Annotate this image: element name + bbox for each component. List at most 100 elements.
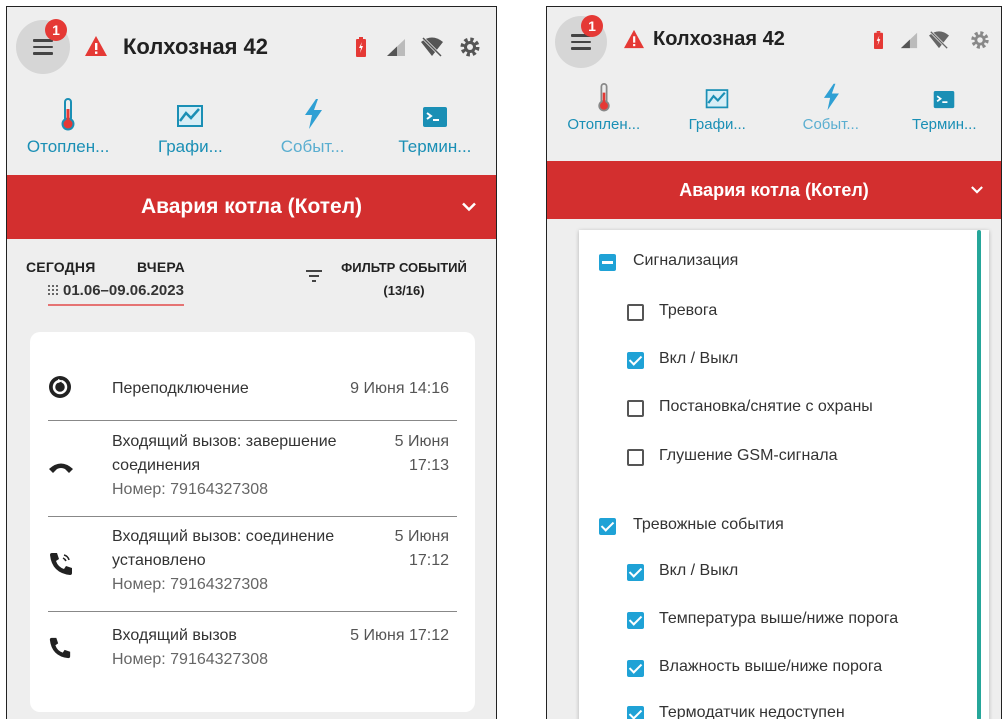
- checkbox[interactable]: [627, 304, 644, 321]
- event-text: Входящий вызов: [112, 627, 237, 644]
- chevron-down-icon: [971, 186, 983, 194]
- filter-group-label: Сигнализация: [633, 252, 739, 269]
- filter-item-label: Тревога: [659, 302, 718, 319]
- chart-icon: [177, 105, 204, 127]
- date-range-text: 01.06–09.06.2023: [63, 282, 184, 299]
- events-list: Переподключение 9 Июня 14:16 Входящий вы…: [30, 332, 475, 712]
- terminal-icon: [933, 91, 955, 109]
- tab-events-label: Событ...: [802, 116, 859, 133]
- checkbox-checked[interactable]: [627, 352, 644, 369]
- event-text: Входящий вызов: завершение соединения: [112, 433, 337, 474]
- app-header: 1 Колхозная 42: [7, 7, 496, 87]
- tab-heating[interactable]: Отоплен...: [7, 97, 129, 157]
- event-text: Входящий вызов: соединение установлено: [112, 528, 335, 569]
- wifi-off-icon: [929, 30, 949, 50]
- events-screen: 1 Колхозная 42 Отоплен... Графи... Событ…: [6, 6, 497, 719]
- thermometer-icon: [598, 83, 610, 112]
- tab-graphs[interactable]: Графи...: [661, 82, 775, 133]
- tab-events[interactable]: Событ...: [774, 82, 888, 133]
- event-filter-count: (13/16): [383, 283, 425, 298]
- divider: [48, 611, 457, 612]
- divider: [48, 420, 457, 421]
- divider: [48, 516, 457, 517]
- filter-group-label: Тревожные события: [633, 516, 784, 533]
- list-item[interactable]: Переподключение 9 Июня 14:16: [48, 374, 457, 404]
- warning-icon: [624, 29, 644, 49]
- app-header: 1 Колхозная 42: [547, 7, 1001, 87]
- location-title: Колхозная 42: [123, 34, 269, 59]
- filter-item-label: Температура выше/ниже порога: [659, 610, 899, 627]
- filter-icon[interactable]: [306, 270, 322, 282]
- tab-events[interactable]: Событ...: [252, 97, 374, 157]
- tab-graphs[interactable]: Графи...: [129, 97, 251, 157]
- reconnect-icon: [49, 376, 71, 398]
- filter-item-label: Постановка/снятие с охраны: [659, 398, 873, 415]
- lightning-icon: [823, 83, 839, 111]
- chevron-down-icon: [462, 202, 476, 212]
- tab-heating-label: Отоплен...: [26, 137, 110, 156]
- nav-tabs: Отоплен... Графи... Событ... Термин...: [547, 82, 1001, 133]
- checkbox[interactable]: [627, 400, 644, 417]
- event-text: Переподключение: [112, 380, 249, 397]
- battery-icon: [356, 37, 366, 57]
- tab-graphs-label: Графи...: [688, 116, 746, 133]
- checkbox-partial[interactable]: [599, 254, 616, 271]
- tab-graphs-label: Графи...: [157, 137, 223, 156]
- event-number: Номер: 79164327308: [112, 651, 269, 668]
- call-connected-icon: [50, 553, 72, 575]
- event-filter-button[interactable]: ФИЛЬТР СОБЫТИЙ (13/16): [334, 260, 474, 298]
- scrollbar[interactable]: [977, 230, 981, 719]
- thermometer-icon: [61, 98, 75, 131]
- notification-badge: 1: [581, 15, 603, 37]
- nav-tabs: Отоплен... Графи... Событ... Термин...: [7, 97, 496, 157]
- event-time: 5 Июня 17:13: [394, 433, 449, 474]
- event-number: Номер: 79164327308: [112, 576, 269, 593]
- alarm-banner[interactable]: Авария котла (Котел): [547, 161, 1001, 219]
- phone-icon: [49, 637, 71, 659]
- checkbox[interactable]: [627, 449, 644, 466]
- checkbox-checked[interactable]: [627, 706, 644, 719]
- filter-item-label: Вкл / Выкл: [659, 562, 739, 579]
- tab-terminal[interactable]: Термин...: [374, 97, 496, 157]
- filter-item-label: Термодатчик недоступен: [659, 704, 845, 719]
- tab-today[interactable]: СЕГОДНЯ: [26, 259, 95, 275]
- chart-icon: [705, 89, 729, 109]
- checkbox-checked[interactable]: [627, 564, 644, 581]
- signal-icon: [387, 39, 405, 56]
- filter-item-label: Вкл / Выкл: [659, 350, 739, 367]
- event-filter-screen: 1 Колхозная 42 Отоплен... Графи... Событ…: [546, 6, 1002, 719]
- alarm-banner[interactable]: Авария котла (Котел): [7, 175, 496, 239]
- lightning-icon: [304, 99, 322, 129]
- event-filter-label: ФИЛЬТР СОБЫТИЙ: [341, 260, 467, 275]
- settings-gear-icon[interactable]: [969, 29, 991, 51]
- terminal-icon: [422, 107, 447, 127]
- battery-icon: [874, 31, 883, 49]
- checkbox-checked[interactable]: [627, 612, 644, 629]
- tab-events-label: Событ...: [280, 137, 345, 156]
- date-range-picker[interactable]: 01.06–09.06.2023: [48, 282, 184, 306]
- tab-yesterday[interactable]: ВЧЕРА: [137, 259, 185, 275]
- alarm-text: Авария котла (Котел): [679, 180, 869, 200]
- event-time: 5 Июня 17:12: [350, 627, 449, 644]
- list-item[interactable]: Входящий вызов: завершение соединения Но…: [48, 430, 457, 508]
- event-number: Номер: 79164327308: [112, 481, 269, 498]
- calendar-icon: [48, 285, 58, 295]
- tab-terminal-label: Термин...: [398, 137, 472, 156]
- settings-gear-icon[interactable]: [458, 35, 482, 59]
- checkbox-checked[interactable]: [627, 660, 644, 677]
- event-time: 9 Июня 14:16: [350, 380, 449, 397]
- tab-heating[interactable]: Отоплен...: [547, 82, 661, 133]
- list-item[interactable]: Входящий вызов Номер: 79164327308 5 Июня…: [48, 624, 457, 676]
- filter-item-label: Глушение GSM-сигнала: [659, 447, 838, 464]
- location-title: Колхозная 42: [653, 28, 785, 50]
- tab-terminal[interactable]: Термин...: [888, 82, 1002, 133]
- warning-icon: [85, 36, 107, 56]
- alarm-text: Авария котла (Котел): [140, 195, 363, 218]
- filter-item-label: Влажность выше/ниже порога: [659, 658, 883, 675]
- notification-badge: 1: [45, 19, 67, 41]
- list-item[interactable]: Входящий вызов: соединение установлено Н…: [48, 525, 457, 603]
- checkbox-checked[interactable]: [599, 518, 616, 535]
- signal-icon: [900, 32, 918, 49]
- event-filter-list: Сигнализация Тревога Вкл / Выкл Постанов…: [579, 230, 989, 719]
- call-end-icon: [49, 463, 73, 473]
